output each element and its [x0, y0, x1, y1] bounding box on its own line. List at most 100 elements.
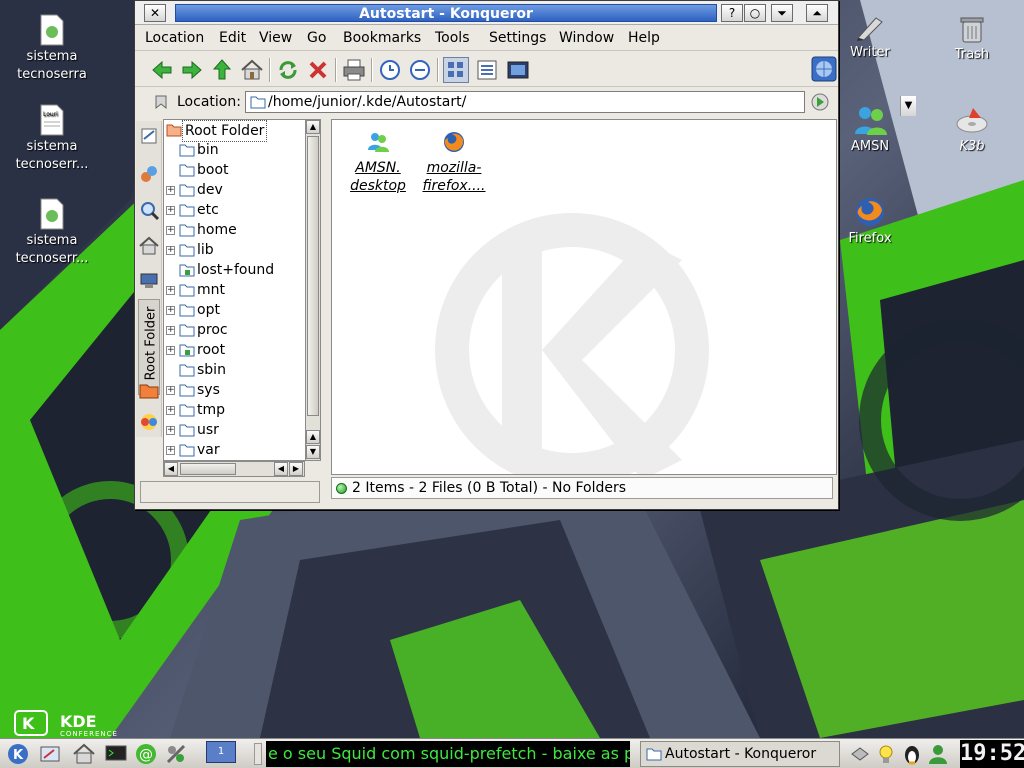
menu-edit[interactable]: Edit [219, 30, 246, 46]
expand-icon[interactable]: + [166, 286, 175, 295]
maximize-button[interactable]: ⏶ [806, 4, 828, 22]
expand-icon[interactable]: + [166, 186, 175, 195]
taskbar-button-konqueror[interactable]: Autostart - Konqueror [640, 741, 840, 767]
title-bar[interactable]: ✕ Autostart - Konqueror ? ○ ⏷ ⏶ [135, 1, 838, 25]
back-button[interactable] [149, 57, 175, 83]
expand-icon[interactable]: + [166, 326, 175, 335]
home-button[interactable] [239, 57, 265, 83]
forward-button[interactable] [179, 57, 205, 83]
expand-icon[interactable]: + [166, 206, 175, 215]
tree-item[interactable]: sbin [164, 360, 314, 380]
menu-location[interactable]: Location [145, 30, 204, 46]
file-item-amsn-desktop[interactable]: AMSN. desktop [338, 130, 418, 195]
tree-item[interactable]: lost+found [164, 260, 314, 280]
tree-horizontal-scrollbar[interactable]: ◀ ◀ ▶ [163, 461, 305, 477]
menu-tools[interactable]: Tools [435, 30, 470, 46]
desktop-pager[interactable]: 1 [206, 741, 236, 763]
expand-icon[interactable]: + [166, 386, 175, 395]
user-tray-icon[interactable] [926, 742, 950, 766]
tree-item[interactable]: + opt [164, 300, 314, 320]
expand-icon[interactable]: + [166, 346, 175, 355]
desktop-icon-sistema-tecnoserr-3[interactable]: sistema tecnoserr... [6, 198, 98, 268]
menu-settings[interactable]: Settings [489, 30, 546, 46]
tree-root-folder[interactable]: Root Folder [164, 120, 314, 142]
expand-icon[interactable]: + [166, 426, 175, 435]
tree-item[interactable]: + var [164, 440, 314, 460]
scroll-up-arrow[interactable]: ▲ [306, 120, 320, 134]
tree-item[interactable]: boot [164, 160, 314, 180]
devices-sidebar-icon[interactable] [138, 163, 160, 185]
tree-item[interactable]: + root [164, 340, 314, 360]
location-history-dropdown[interactable]: ▼ [900, 96, 916, 116]
preview-button[interactable] [505, 57, 531, 83]
location-input[interactable]: /home/junior/.kde/Autostart/ ▼ [245, 91, 916, 116]
menu-bookmarks[interactable]: Bookmarks [343, 30, 421, 46]
konqueror-throbber[interactable] [811, 56, 837, 82]
terminal-icon[interactable] [104, 742, 128, 766]
lightbulb-tray-icon[interactable] [874, 742, 898, 766]
root-folder-sidebar-icon[interactable] [138, 379, 160, 401]
zoom-in-button[interactable] [377, 57, 403, 83]
tree-item[interactable]: + mnt [164, 280, 314, 300]
home-sidebar-icon[interactable] [138, 235, 160, 257]
desktop-icon-k3b[interactable]: K3b [926, 104, 1018, 156]
close-window-button[interactable]: ✕ [144, 4, 166, 22]
tree-item[interactable]: + home [164, 220, 314, 240]
scroll-left-arrow[interactable]: ◀ [274, 462, 288, 476]
panel-clock[interactable]: 19:52 [960, 740, 1024, 768]
expand-icon[interactable]: + [166, 446, 175, 455]
tree-item[interactable]: + usr [164, 420, 314, 440]
scroll-thumb[interactable] [307, 136, 319, 416]
menu-go[interactable]: Go [307, 30, 326, 46]
applet-handle[interactable] [254, 743, 262, 765]
sticky-button[interactable]: ○ [744, 4, 766, 22]
expand-icon[interactable]: + [166, 226, 175, 235]
menu-window[interactable]: Window [559, 30, 614, 46]
print-button[interactable] [341, 57, 367, 83]
news-ticker[interactable]: e o seu Squid com squid-prefetch - baixe… [266, 741, 630, 767]
reload-button[interactable] [275, 57, 301, 83]
network-tray-icon[interactable] [848, 742, 872, 766]
mail-icon[interactable]: @ [134, 742, 158, 766]
tree-item[interactable]: + tmp [164, 400, 314, 420]
zoom-out-button[interactable] [407, 57, 433, 83]
expand-icon[interactable]: + [166, 306, 175, 315]
panel-splitter[interactable] [321, 119, 331, 499]
icon-view-button[interactable] [443, 57, 469, 83]
file-item-mozilla-firefox[interactable]: mozilla- firefox.... [414, 130, 494, 195]
go-icon[interactable] [811, 93, 829, 111]
status-indicator-icon[interactable] [336, 483, 347, 494]
tree-vertical-scrollbar[interactable]: ▲ ▲ ▼ [305, 119, 321, 461]
up-button[interactable] [209, 57, 235, 83]
tree-item[interactable]: + lib [164, 240, 314, 260]
expand-icon[interactable]: + [166, 406, 175, 415]
tree-item[interactable]: + proc [164, 320, 314, 340]
menu-help[interactable]: Help [628, 30, 660, 46]
help-button[interactable]: ? [721, 4, 743, 22]
search-sidebar-icon[interactable] [138, 199, 160, 221]
scroll-left-arrow[interactable]: ◀ [164, 462, 178, 476]
kde-menu-icon[interactable]: K [6, 742, 30, 766]
services-sidebar-icon[interactable] [138, 411, 160, 433]
scroll-up-arrow[interactable]: ▲ [306, 430, 320, 444]
menu-view[interactable]: View [259, 30, 292, 46]
tree-item[interactable]: bin [164, 140, 314, 160]
tree-item[interactable]: + sys [164, 380, 314, 400]
show-desktop-icon[interactable] [38, 742, 62, 766]
detail-view-button[interactable] [475, 57, 501, 83]
desktop-icon-sistema-tecnoserra-1[interactable]: sistema tecnoserra [6, 14, 98, 84]
minimize-button[interactable]: ⏷ [771, 4, 793, 22]
scroll-right-arrow[interactable]: ▶ [289, 462, 303, 476]
control-center-icon[interactable] [164, 742, 188, 766]
tree-item[interactable]: + dev [164, 180, 314, 200]
tree-item[interactable]: + etc [164, 200, 314, 220]
desktop-icon-trash[interactable]: Trash [926, 14, 1018, 64]
network-sidebar-icon[interactable] [138, 269, 160, 291]
bookmarks-sidebar-icon[interactable] [138, 125, 160, 147]
scroll-thumb[interactable] [180, 463, 236, 475]
home-folder-icon[interactable] [72, 742, 96, 766]
tux-tray-icon[interactable] [900, 742, 924, 766]
stop-button[interactable] [305, 57, 331, 83]
scroll-down-arrow[interactable]: ▼ [306, 445, 320, 459]
expand-icon[interactable]: + [166, 246, 175, 255]
